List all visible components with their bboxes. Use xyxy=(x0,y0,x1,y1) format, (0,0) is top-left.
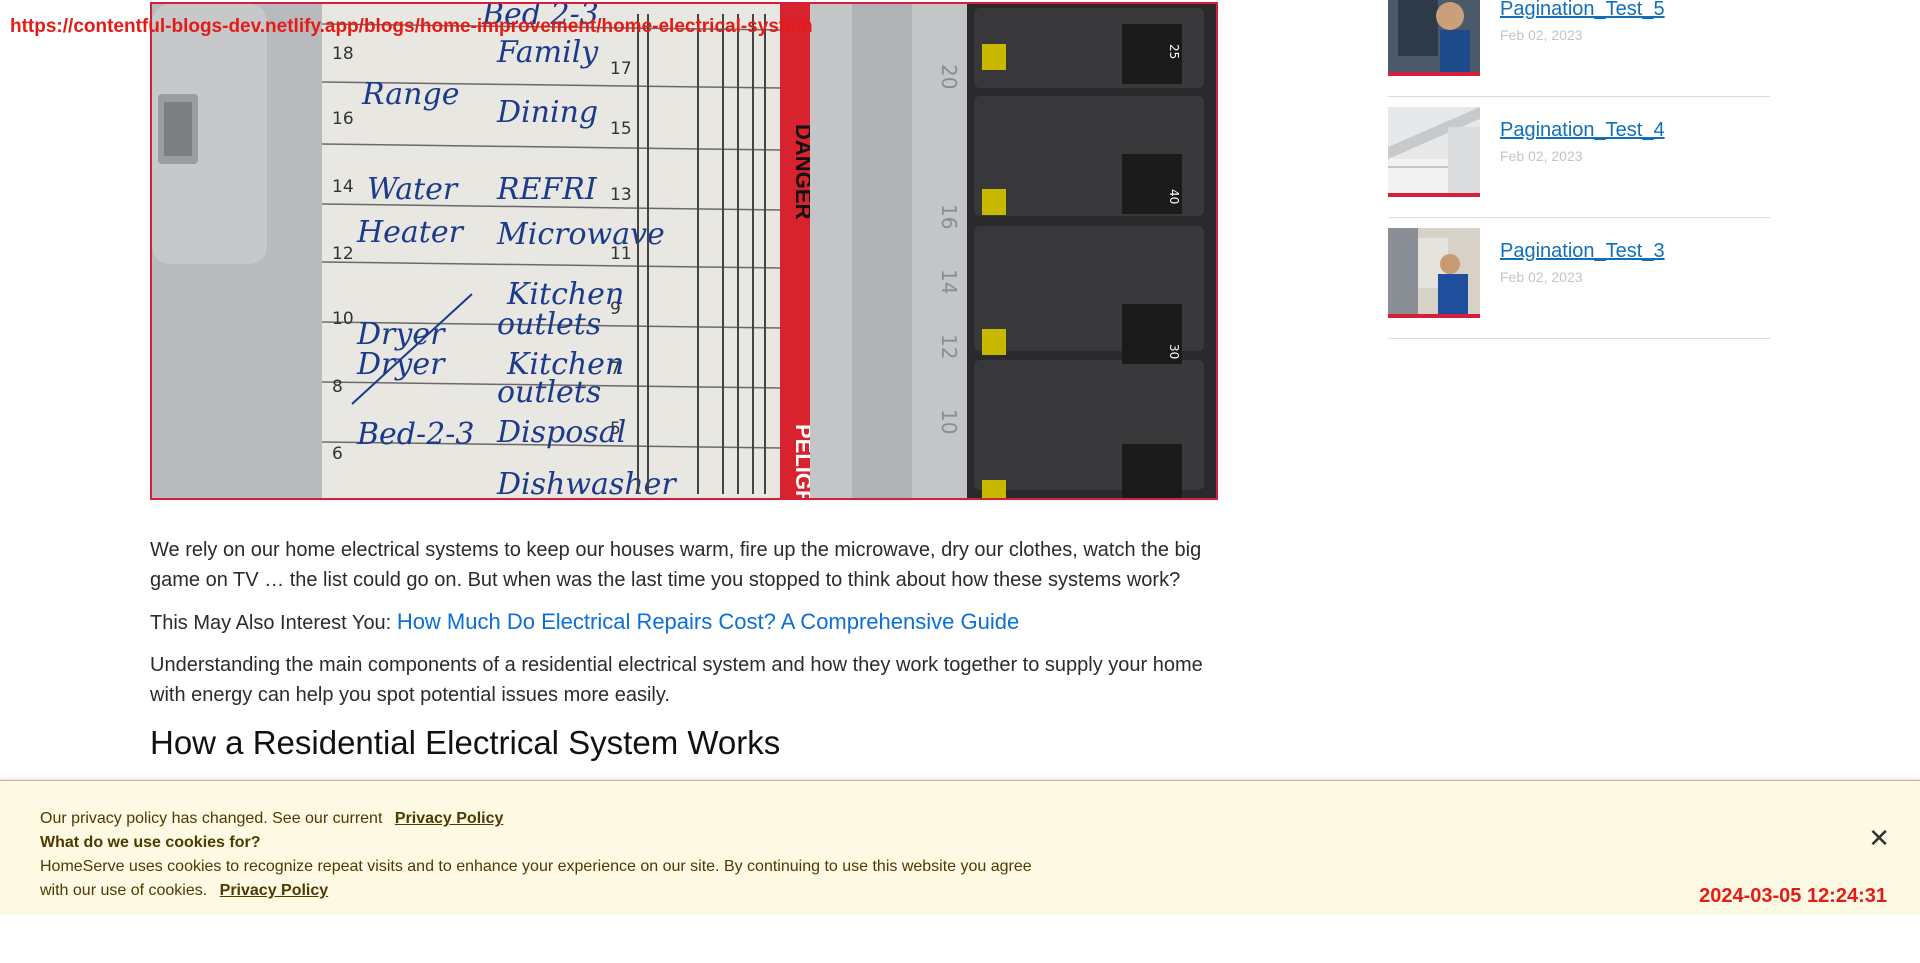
svg-text:Dining: Dining xyxy=(496,95,598,130)
sidebar-recent-posts: Pagination_Test_5 Feb 02, 2023 Paginatio… xyxy=(1388,0,1770,339)
svg-text:30: 30 xyxy=(1167,344,1181,359)
svg-text:13: 13 xyxy=(610,185,632,205)
svg-text:8: 8 xyxy=(332,377,343,397)
svg-text:Disposal: Disposal xyxy=(496,415,626,450)
post-thumbnail[interactable] xyxy=(1388,0,1480,76)
svg-text:16: 16 xyxy=(332,109,354,129)
svg-text:Family: Family xyxy=(496,35,599,70)
svg-text:6: 6 xyxy=(332,444,343,464)
electrical-panel-illustration: 181614 121086 171513 11975 Bed 2-3 Famil… xyxy=(152,4,1216,498)
related-article-link[interactable]: How Much Do Electrical Repairs Cost? A C… xyxy=(397,609,1019,634)
privacy-notice: Our privacy policy has changed. See our … xyxy=(40,807,1040,831)
sidebar-post[interactable]: Pagination_Test_5 Feb 02, 2023 xyxy=(1388,0,1770,97)
close-icon[interactable]: ✕ xyxy=(1868,823,1890,854)
paragraph-intro: We rely on our home electrical systems t… xyxy=(150,539,1202,591)
cookie-question: What do we use cookies for? xyxy=(40,834,261,851)
svg-text:Range: Range xyxy=(361,77,459,112)
svg-text:12: 12 xyxy=(937,334,961,359)
svg-text:REFRI: REFRI xyxy=(496,172,598,207)
section-heading: How a Residential Electrical System Work… xyxy=(150,724,781,761)
svg-text:10: 10 xyxy=(332,309,354,329)
post-thumbnail[interactable] xyxy=(1388,107,1480,197)
svg-text:outlets: outlets xyxy=(497,307,601,342)
svg-text:Dryer: Dryer xyxy=(356,347,446,382)
timestamp-overlay: 2024-03-05 12:24:31 xyxy=(1699,885,1887,907)
svg-text:Microwave: Microwave xyxy=(496,217,665,252)
sidebar-post[interactable]: Pagination_Test_3 Feb 02, 2023 xyxy=(1388,218,1770,339)
cookie-body-text: HomeServe uses cookies to recognize repe… xyxy=(40,858,1032,899)
url-overlay: https://contentful-blogs-dev.netlify.app… xyxy=(10,16,813,37)
circuit-breakers: 25 40 30 xyxy=(967,4,1216,498)
svg-text:14: 14 xyxy=(937,269,961,294)
post-title-link[interactable]: Pagination_Test_5 xyxy=(1500,0,1665,21)
svg-text:10: 10 xyxy=(937,409,961,434)
privacy-notice-text: Our privacy policy has changed. See our … xyxy=(40,810,383,827)
sidebar-post[interactable]: Pagination_Test_4 Feb 02, 2023 xyxy=(1388,97,1770,218)
post-thumbnail[interactable] xyxy=(1388,228,1480,318)
svg-text:12: 12 xyxy=(332,244,354,264)
cookie-banner: Our privacy policy has changed. See our … xyxy=(0,780,1920,914)
post-date: Feb 02, 2023 xyxy=(1500,148,1583,164)
privacy-policy-link-2[interactable]: Privacy Policy xyxy=(220,882,329,899)
post-date: Feb 02, 2023 xyxy=(1500,27,1583,43)
svg-text:25: 25 xyxy=(1167,44,1181,59)
svg-text:Heater: Heater xyxy=(356,215,465,250)
svg-text:20: 20 xyxy=(937,64,961,89)
svg-text:15: 15 xyxy=(610,119,632,139)
post-date: Feb 02, 2023 xyxy=(1500,269,1583,285)
article-body: We rely on our home electrical systems t… xyxy=(150,535,1220,762)
cookie-body: HomeServe uses cookies to recognize repe… xyxy=(40,855,1040,903)
svg-text:outlets: outlets xyxy=(497,375,601,410)
paragraph-understanding: Understanding the main components of a r… xyxy=(150,654,1203,706)
privacy-policy-link[interactable]: Privacy Policy xyxy=(395,810,504,827)
svg-text:Dishwasher: Dishwasher xyxy=(496,467,677,498)
svg-text:14: 14 xyxy=(332,177,354,197)
svg-text:Bed-2-3: Bed-2-3 xyxy=(356,417,474,452)
related-article: This May Also Interest You: How Much Do … xyxy=(150,607,1220,638)
hero-image: 18 16 14 12 10 8 6 17 15 13 11 9 7 5 Bed 2-3 Famil… xyxy=(150,2,1218,500)
svg-text:17: 17 xyxy=(610,59,632,79)
svg-text:40: 40 xyxy=(1167,189,1181,204)
post-title-link[interactable]: Pagination_Test_3 xyxy=(1500,240,1665,263)
svg-text:18: 18 xyxy=(332,44,354,64)
related-article-label: This May Also Interest You: xyxy=(150,612,392,634)
post-title-link[interactable]: Pagination_Test_4 xyxy=(1500,119,1665,142)
svg-text:Water: Water xyxy=(367,172,459,207)
svg-text:16: 16 xyxy=(937,204,961,229)
